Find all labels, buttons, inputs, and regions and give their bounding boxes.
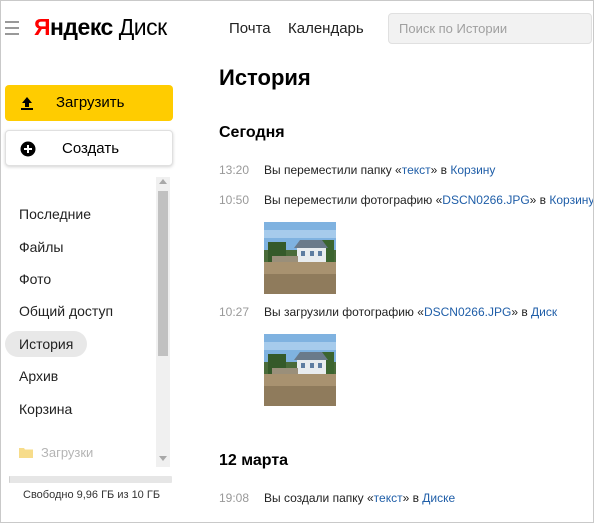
entry-target-link[interactable]: Диске: [422, 491, 455, 505]
photo-thumbnail[interactable]: [264, 222, 336, 294]
scroll-down-arrow-icon[interactable]: [159, 456, 167, 461]
upload-button[interactable]: Загрузить: [5, 85, 173, 121]
entry-target-link[interactable]: Корзину: [450, 163, 495, 177]
entry-time: 13:20: [219, 163, 250, 177]
sidebar-item-recent[interactable]: Последние: [5, 201, 155, 227]
menu-icon[interactable]: [5, 21, 19, 35]
page-title: История: [219, 65, 311, 90]
logo-disk: Диск: [118, 14, 168, 40]
quota-bar: [9, 476, 172, 483]
entry-time: 10:50: [219, 193, 250, 207]
app-window: Яндекс Диск Почта Календарь Загрузить Со…: [0, 0, 594, 523]
scroll-up-arrow-icon[interactable]: [159, 179, 167, 184]
entry-text: Вы создали папку «текст» в Диске: [264, 491, 456, 505]
entry-target-link[interactable]: Диск: [531, 305, 557, 319]
plus-circle-icon: [20, 141, 36, 157]
history-entry: 10:50 Вы переместили фотографию «DSCN026…: [219, 193, 594, 211]
folder-label: Загрузки: [41, 445, 94, 460]
entry-item-link[interactable]: текст: [402, 163, 431, 177]
sidebar-folder-downloads[interactable]: Загрузки: [19, 445, 93, 460]
history-entry: 13:20 Вы переместили папку «текст» в Кор…: [219, 163, 495, 181]
history-entry: 19:08 Вы создали папку «текст» в Диске: [219, 491, 455, 509]
entry-text: Вы переместили фотографию «DSCN0266.JPG»…: [264, 193, 594, 207]
sidebar-item-trash[interactable]: Корзина: [5, 396, 155, 422]
sidebar-item-history[interactable]: История: [5, 331, 87, 357]
entry-target-link[interactable]: Корзину: [549, 193, 593, 207]
entry-time: 19:08: [219, 491, 250, 505]
nav-mail-link[interactable]: Почта: [229, 20, 271, 37]
upload-icon: [21, 97, 33, 110]
entry-text: Вы переместили папку «текст» в Корзину: [264, 163, 496, 177]
sidebar-item-files[interactable]: Файлы: [5, 234, 155, 260]
header: Яндекс Диск Почта Календарь: [1, 1, 593, 57]
search-input[interactable]: [388, 13, 592, 44]
entry-item-link[interactable]: текст: [374, 491, 403, 505]
entry-item-link[interactable]: DSCN0266.JPG: [442, 193, 529, 207]
history-entry: 10:27 Вы загрузили фотографию «DSCN0266.…: [219, 305, 557, 323]
entry-item-link[interactable]: DSCN0266.JPG: [424, 305, 511, 319]
logo-yandex: Яндекс: [34, 14, 119, 40]
entry-time: 10:27: [219, 305, 250, 319]
create-button[interactable]: Создать: [5, 130, 173, 166]
section-date-march-12: 12 марта: [219, 452, 289, 469]
entry-text: Вы загрузили фотографию «DSCN0266.JPG» в…: [264, 305, 558, 319]
sidebar-item-archive[interactable]: Архив: [5, 363, 155, 389]
quota-bar-fill: [9, 476, 10, 483]
photo-thumbnail[interactable]: [264, 334, 336, 406]
create-label: Создать: [62, 140, 120, 157]
logo[interactable]: Яндекс Диск: [34, 14, 167, 41]
folder-icon: [19, 448, 33, 458]
upload-label: Загрузить: [56, 94, 125, 111]
sidebar-item-photo[interactable]: Фото: [5, 266, 155, 292]
section-date-today: Сегодня: [219, 124, 285, 141]
sidebar-item-shared[interactable]: Общий доступ: [5, 298, 155, 324]
nav-calendar-link[interactable]: Календарь: [288, 20, 364, 37]
quota-text: Свободно 9,96 ГБ из 10 ГБ: [23, 489, 161, 501]
scrollbar-thumb[interactable]: [158, 191, 168, 356]
